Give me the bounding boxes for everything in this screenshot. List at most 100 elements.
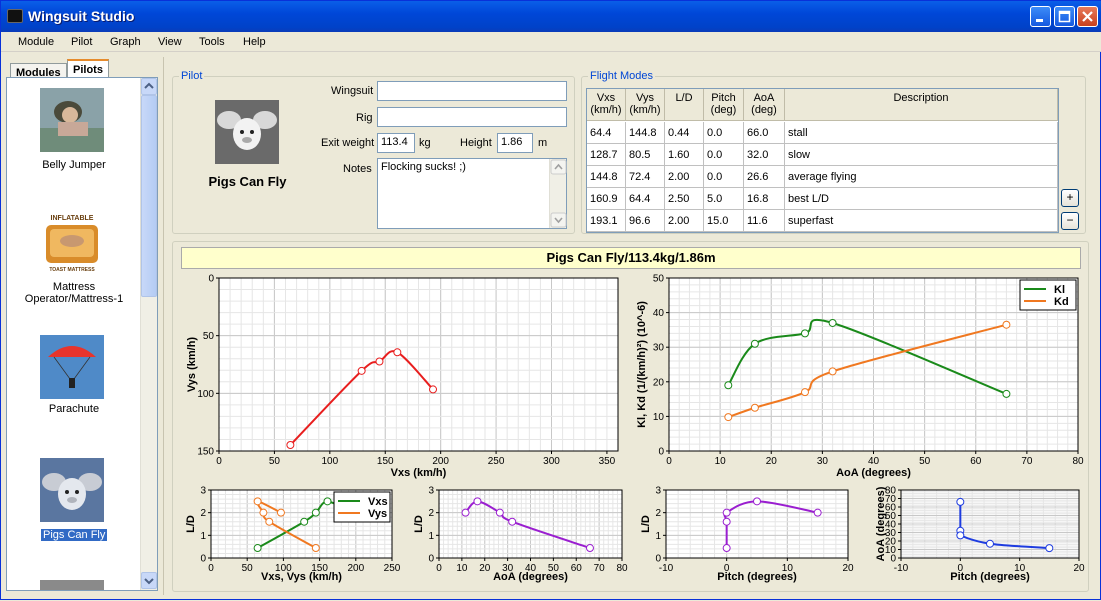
- x-tick-label: -10: [659, 563, 674, 574]
- x-tick-label: 0: [436, 563, 442, 574]
- chart-aoa_pitch: -10 0 10 2001020304050607080Pitch (degrees)…: [875, 486, 1085, 584]
- x-axis-label: AoA (degrees): [493, 571, 568, 583]
- x-axis-label: AoA (degrees): [836, 467, 911, 479]
- data-point: [800, 329, 809, 338]
- y-tick-label: 1: [428, 531, 434, 542]
- x-tick-label: 50: [242, 563, 254, 574]
- y-tick-label: 30: [653, 343, 665, 354]
- data-point: [259, 508, 268, 517]
- x-tick-label: 60: [970, 456, 982, 467]
- y-tick-label: 150: [197, 447, 214, 458]
- data-point: [253, 497, 262, 506]
- x-tick-label: 20: [479, 563, 491, 574]
- data-point: [1002, 389, 1011, 398]
- data-point: [753, 497, 761, 506]
- y-tick-label: 3: [200, 486, 206, 497]
- x-tick-label: 80: [1072, 456, 1084, 467]
- x-axis-label: Vxs (km/h): [391, 467, 447, 479]
- data-point: [750, 403, 759, 412]
- data-point: [300, 517, 309, 526]
- data-point: [429, 385, 438, 394]
- data-point: [722, 517, 731, 526]
- y-tick-label: 1: [200, 531, 206, 542]
- y-tick-label: 100: [197, 389, 214, 400]
- data-point: [813, 508, 822, 517]
- x-tick-label: 250: [384, 563, 401, 574]
- y-tick-label: 3: [428, 486, 434, 497]
- x-tick-label: 70: [1021, 456, 1033, 467]
- legend-label: Vys: [368, 508, 387, 520]
- data-point: [750, 339, 759, 348]
- x-tick-label: 250: [488, 456, 505, 467]
- data-point: [311, 544, 320, 553]
- y-tick-label: 3: [655, 486, 661, 497]
- x-tick-label: 350: [599, 456, 616, 467]
- data-point: [956, 531, 965, 540]
- y-tick-label: 2: [655, 508, 661, 519]
- x-tick-label: 20: [842, 563, 854, 574]
- data-point: [828, 367, 837, 376]
- legend-label: Kd: [1054, 296, 1069, 308]
- data-point: [724, 413, 733, 422]
- y-axis-label: L/D: [640, 515, 652, 533]
- y-axis-label: AoA (degrees): [875, 486, 887, 561]
- data-point: [393, 348, 402, 357]
- x-tick-label: 50: [269, 456, 281, 467]
- data-point: [585, 544, 594, 553]
- y-tick-label: 10: [653, 412, 665, 423]
- x-axis-label: Pitch (degrees): [950, 571, 1030, 583]
- x-tick-label: 20: [1073, 563, 1085, 574]
- data-point: [473, 497, 482, 506]
- data-point: [265, 517, 274, 526]
- data-point: [286, 441, 295, 450]
- x-tick-label: 10: [715, 456, 727, 467]
- chart-ld_speed: 0 50 100 150 200 2500123Vxs, Vys (km/h)L/DVxs…: [185, 486, 401, 584]
- chart-ld_pitch: -10 0 10 200123Pitch (degrees)L/D: [640, 486, 854, 584]
- y-tick-label: 0: [208, 274, 214, 285]
- legend-label: Vxs: [368, 496, 388, 508]
- x-tick-label: 50: [919, 456, 931, 467]
- data-point: [276, 508, 285, 517]
- x-tick-label: 0: [208, 563, 214, 574]
- x-tick-label: 200: [432, 456, 449, 467]
- y-tick-label: 50: [203, 331, 215, 342]
- data-point: [1045, 544, 1054, 553]
- x-tick-label: 10: [456, 563, 468, 574]
- data-point: [495, 508, 504, 517]
- data-point: [828, 318, 837, 327]
- data-point: [956, 497, 965, 506]
- y-tick-label: 0: [428, 554, 434, 565]
- x-axis-label: Vxs, Vys (km/h): [261, 571, 342, 583]
- y-tick-label: 20: [653, 377, 665, 388]
- x-axis-label: Pitch (degrees): [717, 571, 797, 583]
- x-tick-label: 70: [594, 563, 606, 574]
- x-tick-label: 60: [571, 563, 583, 574]
- data-point: [722, 508, 731, 517]
- app-window: Wingsuit Studio Module Pilot Graph View …: [0, 0, 1101, 600]
- data-point: [461, 508, 470, 517]
- y-tick-label: 0: [658, 447, 664, 458]
- data-point: [722, 544, 731, 553]
- y-axis-label: L/D: [185, 515, 197, 533]
- x-tick-label: 20: [766, 456, 778, 467]
- data-point: [724, 381, 733, 390]
- y-tick-label: 40: [653, 308, 665, 319]
- data-point: [323, 497, 332, 506]
- chart-polar: 0 50 100 150 200 250 300 350050100150Vxs (km/h)…: [186, 274, 619, 479]
- data-point: [375, 357, 384, 366]
- y-tick-label: 0: [655, 554, 661, 565]
- data-point: [1002, 320, 1011, 329]
- y-axis-label: Kl, Kd (1/(km/h)²) (10^-6): [636, 301, 648, 428]
- x-tick-label: 200: [347, 563, 364, 574]
- data-point: [253, 544, 262, 553]
- data-point: [311, 508, 320, 517]
- y-tick-label: 1: [655, 531, 661, 542]
- y-axis-label: L/D: [413, 515, 425, 533]
- chart-ld_aoa: 0 10 20 30 40 50 60 70 800123AoA (degrees)L/D: [413, 486, 628, 584]
- y-tick-label: 50: [653, 274, 665, 285]
- x-tick-label: 0: [666, 456, 672, 467]
- y-tick-label: 0: [200, 554, 206, 565]
- data-point: [986, 539, 994, 548]
- x-tick-label: 40: [868, 456, 880, 467]
- x-tick-label: 30: [817, 456, 829, 467]
